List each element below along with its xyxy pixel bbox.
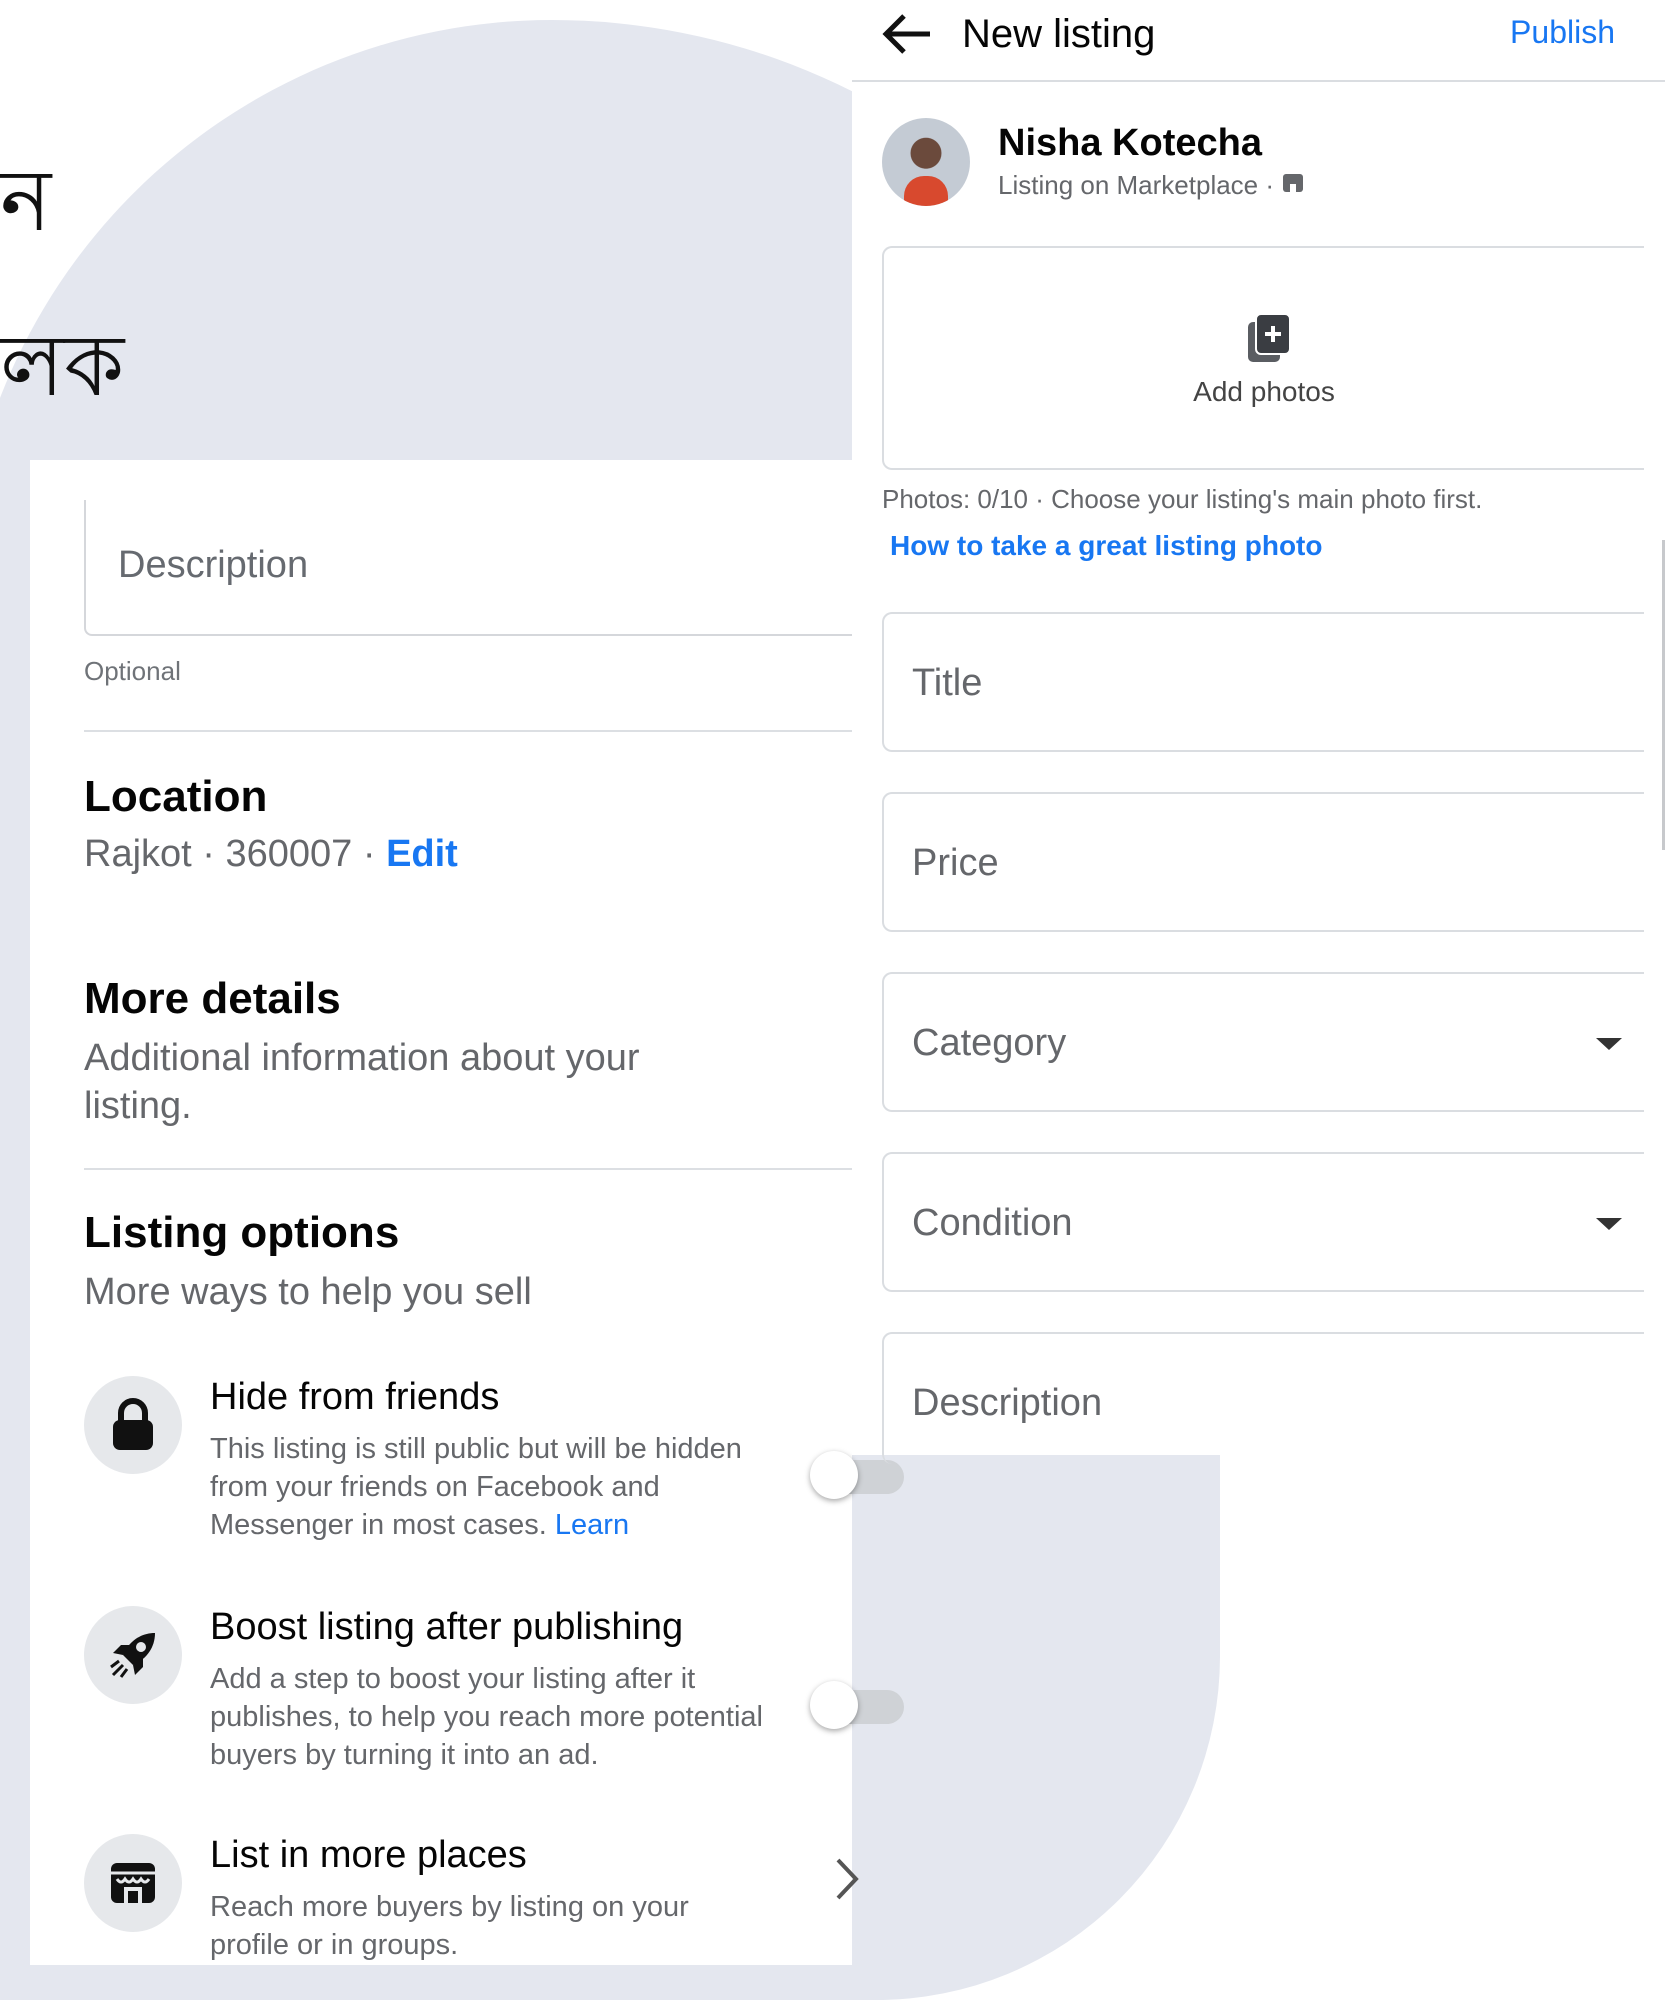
description-placeholder: Description [118, 544, 309, 586]
divider [84, 1168, 884, 1170]
title-field[interactable]: Title [882, 612, 1644, 752]
user-name: Nisha Kotecha [998, 122, 1262, 164]
listing-on-marketplace-text: Listing on Marketplace · [998, 170, 1282, 200]
list-more-places-description: Reach more buyers by listing on your pro… [210, 1891, 689, 1961]
toggle-knob [810, 1451, 858, 1499]
listing-details-panel: Description Optional Location Rajkot · 3… [30, 460, 904, 1965]
location-value: Rajkot · 360007 · Edit [84, 830, 844, 878]
add-photos-box[interactable]: Add photos [882, 246, 1644, 470]
boost-listing-description: Add a step to boost your listing after i… [210, 1663, 763, 1771]
more-details-subtitle: Additional information about your listin… [84, 1037, 640, 1127]
shop-icon [84, 1834, 182, 1932]
edit-location-link[interactable]: Edit [386, 833, 458, 875]
condition-select[interactable]: Condition [882, 1152, 1644, 1292]
rocket-icon [84, 1606, 182, 1704]
optional-label: Optional [84, 656, 181, 686]
avatar-figure [904, 176, 948, 206]
shop-icon [1283, 174, 1304, 192]
dropdown-caret-icon [1596, 1038, 1622, 1050]
hide-from-friends-text: This listing is still public but will be… [210, 1433, 742, 1541]
price-placeholder: Price [912, 842, 999, 884]
add-photo-icon [1246, 312, 1292, 369]
add-photos-label: Add photos [1193, 376, 1335, 407]
hide-from-friends-description: This listing is still public but will be… [210, 1430, 770, 1544]
location-text: Rajkot · 360007 · [84, 833, 387, 875]
boost-listing-toggle[interactable] [810, 1681, 904, 1729]
more-details-title[interactable]: More details [84, 974, 341, 1024]
description-field[interactable]: Description [84, 500, 866, 636]
category-select[interactable]: Category [882, 972, 1644, 1112]
photos-count: Photos: 0/10 · Choose your listing's mai… [882, 484, 1483, 514]
category-placeholder: Category [912, 1022, 1067, 1064]
listing-options-title: Listing options [84, 1208, 400, 1257]
location-title: Location [84, 772, 268, 821]
boost-listing-title: Boost listing after publishing [210, 1606, 684, 1648]
lock-icon [84, 1376, 182, 1474]
page-title: New listing [962, 12, 1156, 56]
divider [84, 730, 884, 732]
photo-tips-link[interactable]: How to take a great listing photo [890, 530, 1322, 562]
chevron-right-icon[interactable] [832, 1856, 862, 1914]
price-field[interactable]: Price [882, 792, 1644, 932]
avatar[interactable] [882, 118, 970, 206]
list-more-places-title[interactable]: List in more places [210, 1834, 527, 1877]
toggle-knob [810, 1681, 858, 1729]
learn-more-link[interactable]: Learn [555, 1509, 629, 1541]
listing-location-label: Listing on Marketplace · [998, 170, 1305, 201]
publish-button[interactable]: Publish [1510, 14, 1615, 51]
background-text-1: ন [0, 151, 52, 251]
title-placeholder: Title [912, 662, 983, 704]
description-field[interactable]: Description [882, 1332, 1644, 1464]
listing-options-subtitle: More ways to help you sell [84, 1271, 532, 1313]
background-text-2: লক [0, 316, 125, 416]
new-listing-panel: New listing Publish Nisha Kotecha Listin… [852, 0, 1665, 1464]
condition-placeholder: Condition [912, 1202, 1073, 1244]
hide-from-friends-toggle[interactable] [810, 1451, 904, 1499]
back-arrow-icon[interactable] [878, 8, 934, 65]
dropdown-caret-icon [1596, 1218, 1622, 1230]
top-bar: New listing Publish [852, 0, 1665, 82]
hide-from-friends-title: Hide from friends [210, 1376, 500, 1418]
description-placeholder: Description [912, 1382, 1103, 1424]
